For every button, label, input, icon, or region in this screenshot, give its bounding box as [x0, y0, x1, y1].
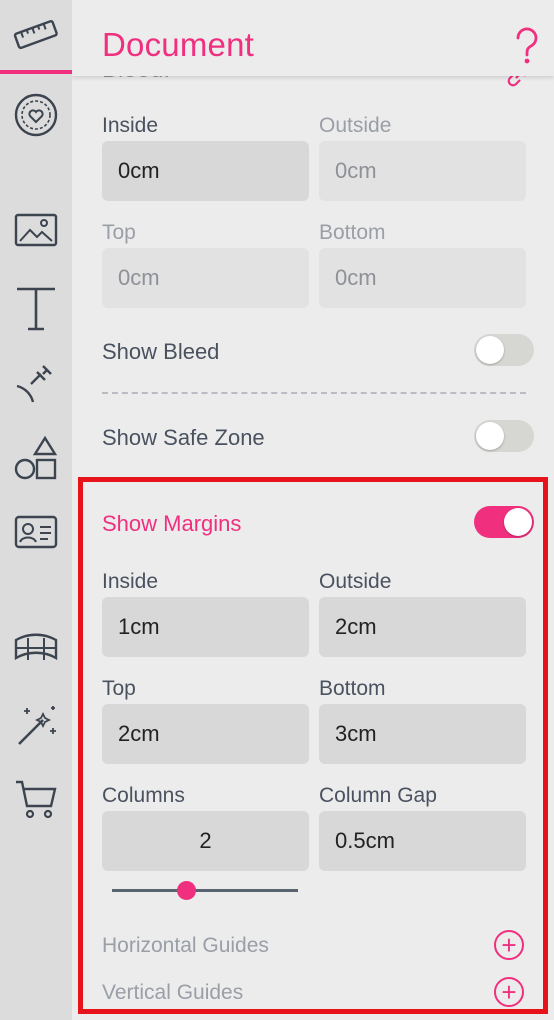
- toggle-knob: [504, 508, 532, 536]
- add-vertical-guide-button[interactable]: +: [494, 977, 524, 1007]
- show-safe-zone-toggle[interactable]: [474, 420, 534, 452]
- active-tab-indicator: [0, 70, 72, 74]
- divider: [102, 392, 526, 394]
- image-icon[interactable]: [0, 205, 72, 255]
- help-icon[interactable]: [512, 26, 542, 71]
- margin-top-field[interactable]: 2cm: [102, 704, 309, 764]
- pen-tool-icon[interactable]: [0, 358, 72, 408]
- margin-inside-field[interactable]: 1cm: [102, 597, 309, 657]
- margin-top-label: Top: [102, 677, 136, 700]
- ruler-icon[interactable]: [0, 10, 72, 60]
- bleed-outside-field[interactable]: 0cm: [319, 141, 526, 201]
- id-card-icon[interactable]: [0, 508, 72, 556]
- bleed-bottom-field[interactable]: 0cm: [319, 248, 526, 308]
- columns-field[interactable]: 2: [102, 811, 309, 871]
- bleed-inside-field[interactable]: 0cm: [102, 141, 309, 201]
- column-gap-label: Column Gap: [319, 784, 437, 807]
- show-margins-label: Show Margins: [102, 511, 242, 536]
- panel-header: Document: [72, 0, 554, 76]
- columns-slider-track[interactable]: [112, 889, 298, 892]
- document-panel: Bleed: Document Inside Outside 0cm 0cm T…: [72, 0, 554, 1020]
- margin-bottom-field[interactable]: 3cm: [319, 704, 526, 764]
- bleed-bottom-label: Bottom: [319, 221, 386, 244]
- horizontal-guides-label: Horizontal Guides: [102, 934, 269, 957]
- columns-label: Columns: [102, 784, 185, 807]
- show-bleed-label: Show Bleed: [102, 339, 220, 364]
- add-horizontal-guide-button[interactable]: +: [494, 930, 524, 960]
- show-margins-toggle[interactable]: [474, 506, 534, 538]
- cart-icon[interactable]: [0, 774, 72, 824]
- bleed-outside-label: Outside: [319, 114, 392, 137]
- bleed-top-field[interactable]: 0cm: [102, 248, 309, 308]
- vertical-guides-label: Vertical Guides: [102, 981, 244, 1004]
- toggle-knob: [476, 422, 504, 450]
- magic-wand-icon[interactable]: [0, 700, 72, 750]
- toggle-knob: [476, 336, 504, 364]
- page-title: Document: [102, 26, 255, 63]
- badge-heart-icon[interactable]: [0, 90, 72, 140]
- margin-bottom-label: Bottom: [319, 677, 386, 700]
- banner-icon[interactable]: [0, 626, 72, 674]
- margin-outside-label: Outside: [319, 570, 392, 593]
- show-bleed-toggle[interactable]: [474, 334, 534, 366]
- shapes-icon[interactable]: [0, 432, 72, 486]
- show-safe-zone-label: Show Safe Zone: [102, 425, 265, 450]
- margin-outside-field[interactable]: 2cm: [319, 597, 526, 657]
- text-icon[interactable]: [0, 282, 72, 336]
- bleed-top-label: Top: [102, 221, 136, 244]
- tool-sidebar: [0, 0, 72, 1020]
- columns-slider-thumb[interactable]: [177, 881, 196, 900]
- margin-inside-label: Inside: [102, 570, 159, 593]
- column-gap-field[interactable]: 0.5cm: [319, 811, 526, 871]
- bleed-inside-label: Inside: [102, 114, 159, 137]
